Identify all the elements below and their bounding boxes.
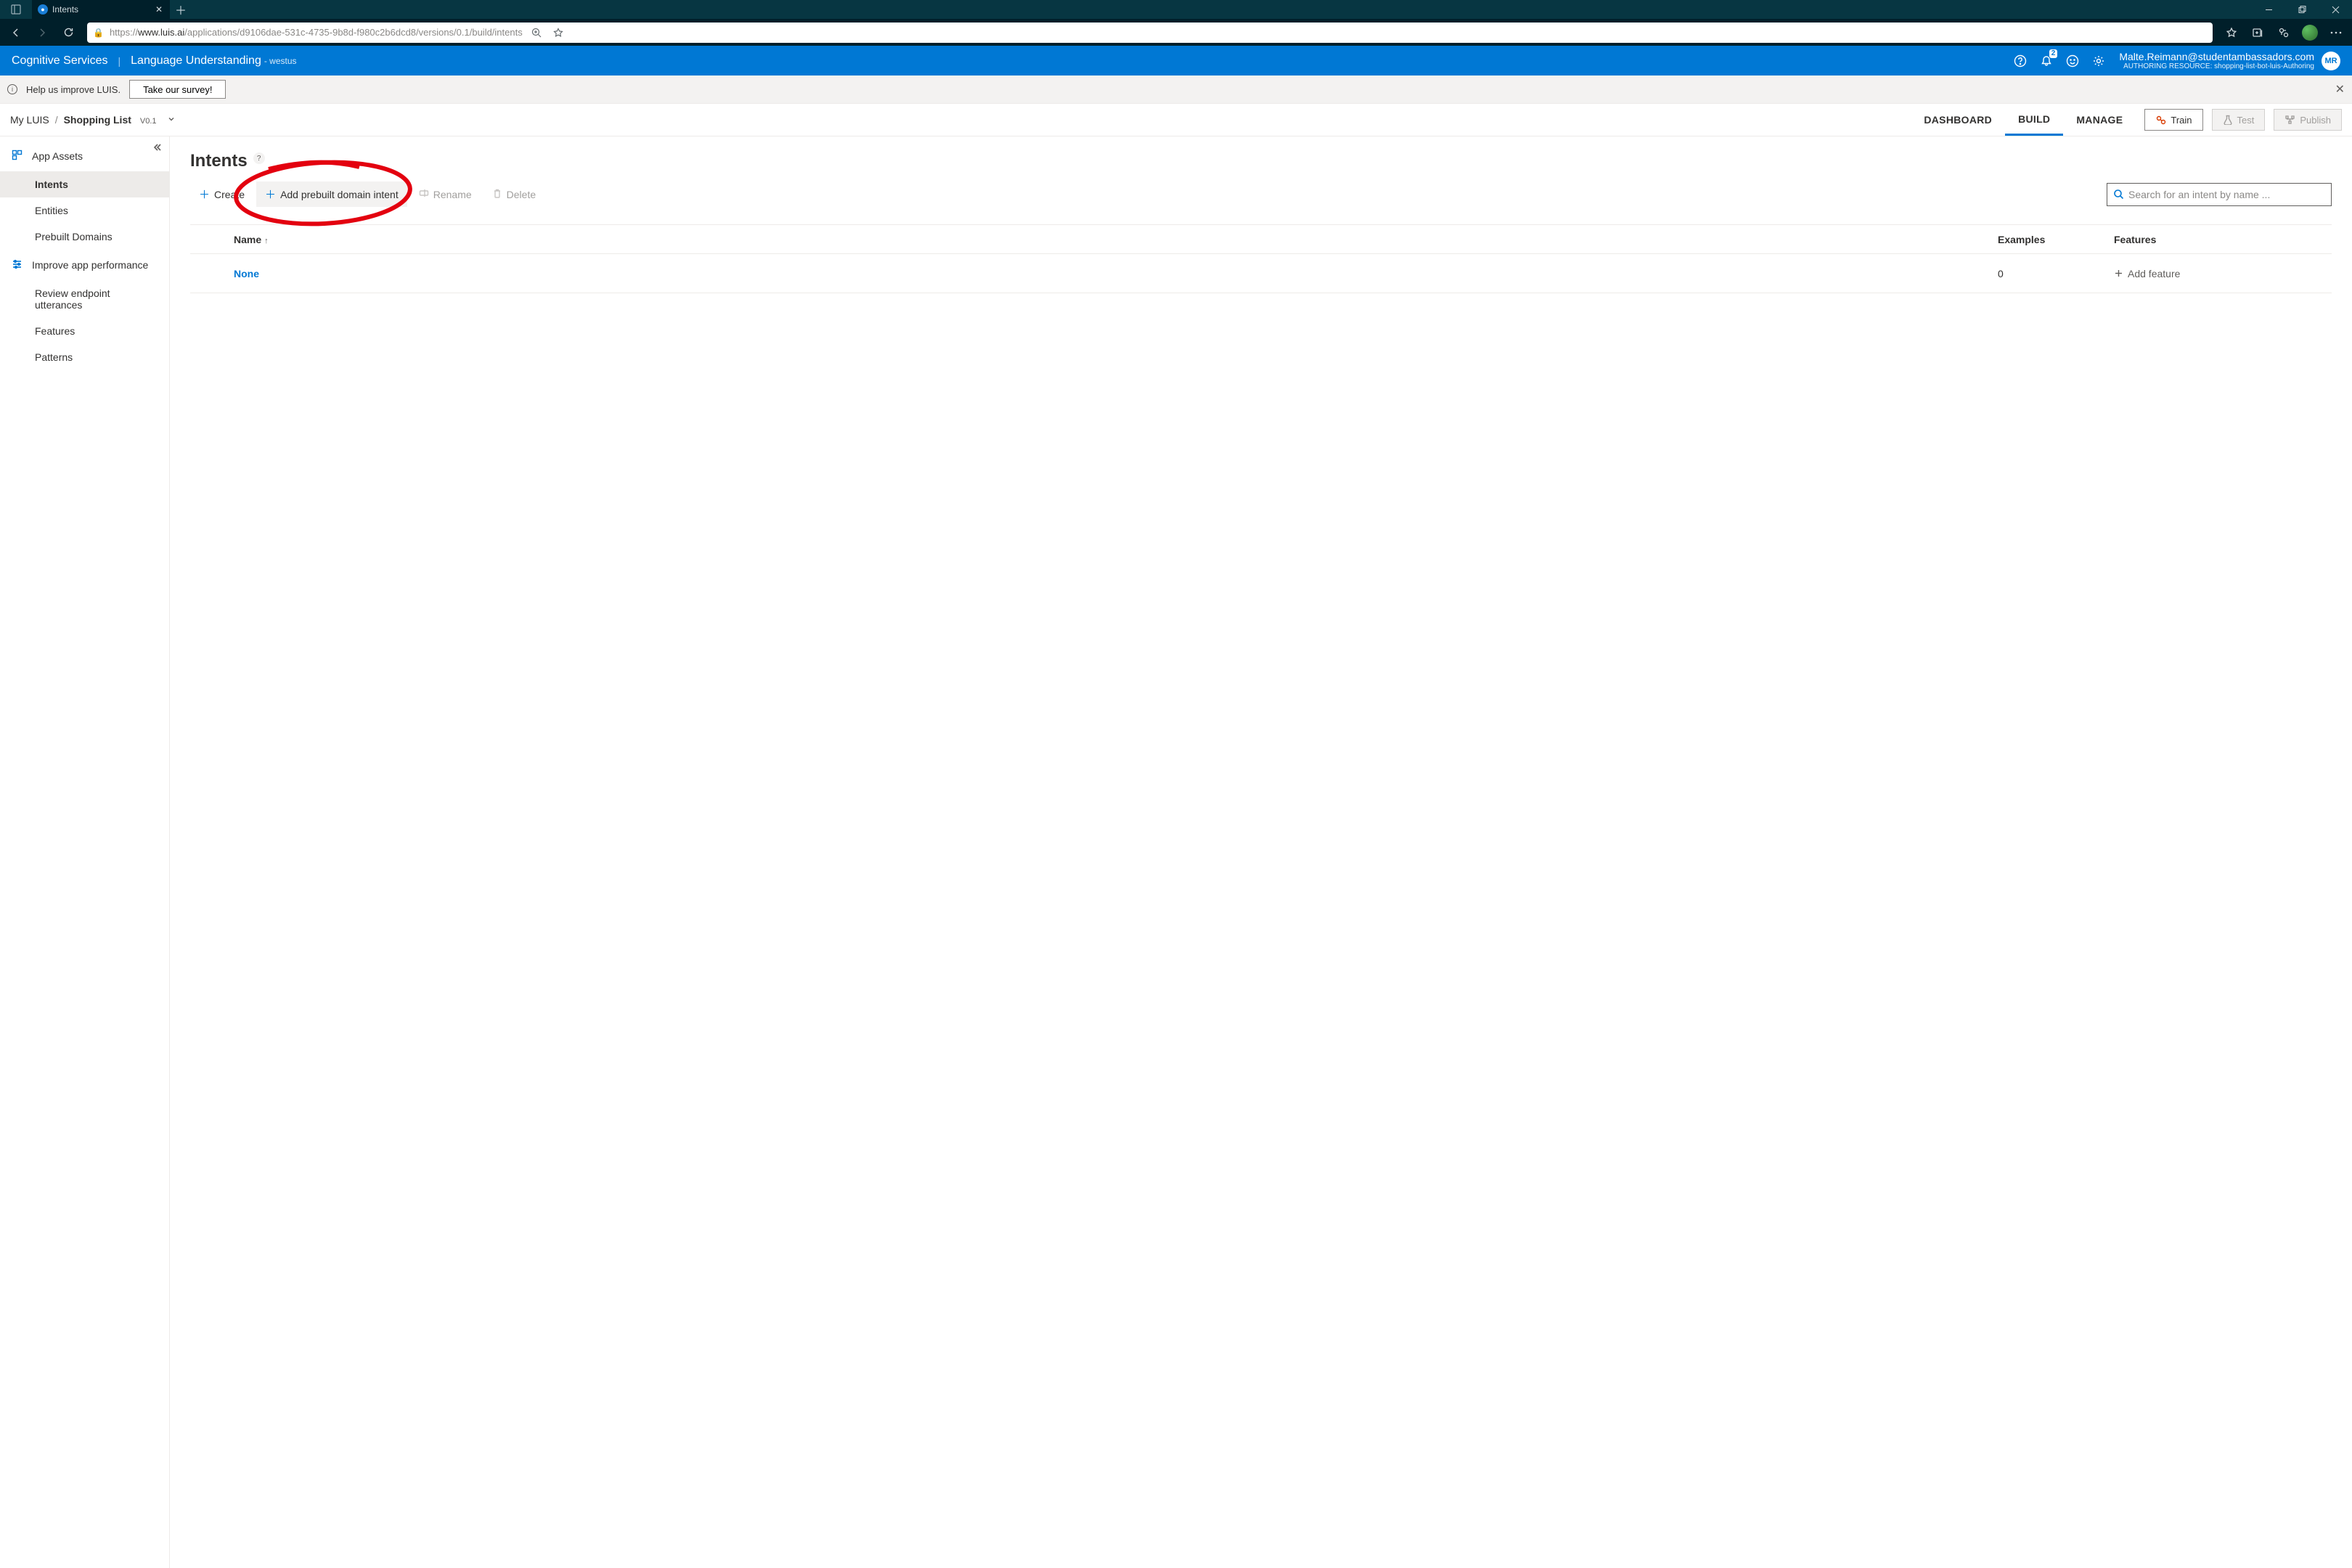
survey-banner: i Help us improve LUIS. Take our survey!… <box>0 75 2352 104</box>
examples-count: 0 <box>1998 268 2114 279</box>
sidebar: App Assets Intents Entities Prebuilt Dom… <box>0 136 170 1568</box>
rename-button: Rename <box>410 183 481 205</box>
sidebar-item-review[interactable]: Review endpoint utterances <box>0 280 169 318</box>
site-lock-icon[interactable]: 🔒 <box>93 28 104 38</box>
tab-manage[interactable]: MANAGE <box>2063 104 2136 136</box>
add-prebuilt-domain-intent-button[interactable]: ＋ Add prebuilt domain intent <box>256 181 407 207</box>
info-icon: i <box>7 84 17 94</box>
luis-header: Cognitive Services | Language Understand… <box>0 46 2352 75</box>
breadcrumb-app: Shopping List <box>64 114 131 126</box>
feedback-icon[interactable] <box>2059 48 2086 74</box>
banner-close-icon[interactable]: ✕ <box>2335 82 2345 97</box>
sidebar-item-features[interactable]: Features <box>0 318 169 344</box>
rename-icon <box>419 188 429 200</box>
table-row[interactable]: None 0 Add feature <box>190 254 2332 293</box>
sidebar-group-improve: Improve app performance <box>0 250 169 280</box>
col-examples[interactable]: Examples <box>1998 234 2114 245</box>
nav-refresh-button[interactable] <box>57 22 80 44</box>
take-survey-button[interactable]: Take our survey! <box>129 80 226 99</box>
col-features[interactable]: Features <box>2114 234 2332 245</box>
test-icon <box>2223 115 2233 125</box>
plus-icon: ＋ <box>265 187 276 202</box>
sort-asc-icon: ↑ <box>264 237 269 245</box>
improve-icon <box>12 258 23 271</box>
tab-title: Intents <box>52 4 78 15</box>
search-icon <box>2113 189 2124 200</box>
window-close-icon[interactable] <box>2319 0 2352 19</box>
browser-menu-icon[interactable] <box>2324 22 2348 44</box>
sidebar-item-intents[interactable]: Intents <box>0 171 169 197</box>
train-icon <box>2155 115 2166 126</box>
intents-table: Name↑ Examples Features None 0 Add featu… <box>190 224 2332 293</box>
collections-icon[interactable] <box>2246 22 2269 44</box>
publish-button: Publish <box>2274 109 2342 131</box>
window-minimize-icon[interactable] <box>2252 0 2285 19</box>
trash-icon <box>492 188 502 200</box>
authoring-resource: AUTHORING RESOURCE: shopping-list-bot-lu… <box>2123 62 2314 71</box>
sidebar-item-prebuilt[interactable]: Prebuilt Domains <box>0 224 169 250</box>
tab-actions-icon[interactable] <box>0 0 32 19</box>
plus-icon <box>2114 269 2123 278</box>
browser-tab-active[interactable]: ● Intents ✕ <box>32 0 170 19</box>
tab-close-icon[interactable]: ✕ <box>155 4 163 15</box>
assets-icon <box>12 150 23 163</box>
sidebar-item-patterns[interactable]: Patterns <box>0 344 169 370</box>
breadcrumb: My LUIS / Shopping List V0.1 <box>10 114 176 126</box>
nav-back-button[interactable] <box>4 22 28 44</box>
intent-search-input[interactable] <box>2128 189 2325 200</box>
header-separator: | <box>118 55 121 67</box>
tab-dashboard[interactable]: DASHBOARD <box>1911 104 2005 136</box>
new-tab-button[interactable]: ＋ <box>170 0 192 19</box>
sidebar-item-entities[interactable]: Entities <box>0 197 169 224</box>
intent-search[interactable] <box>2107 183 2332 206</box>
page-help-icon[interactable]: ? <box>253 152 265 164</box>
train-button[interactable]: Train <box>2144 109 2202 131</box>
breadcrumb-root[interactable]: My LUIS <box>10 114 49 126</box>
col-name[interactable]: Name↑ <box>234 234 1998 245</box>
cognitive-services-link[interactable]: Cognitive Services <box>12 54 108 68</box>
version-dropdown-icon[interactable] <box>167 114 176 126</box>
luis-favicon: ● <box>38 4 48 15</box>
add-feature-button[interactable]: Add feature <box>2114 268 2332 279</box>
intent-link[interactable]: None <box>234 268 1998 279</box>
window-maximize-icon[interactable] <box>2285 0 2319 19</box>
plus-icon: ＋ <box>199 187 210 202</box>
browser-titlebar: ● Intents ✕ ＋ <box>0 0 2352 19</box>
notification-badge: 2 <box>2049 49 2058 58</box>
profile-avatar[interactable] <box>2298 22 2322 44</box>
url-bar[interactable]: 🔒 https://www.luis.ai/applications/d9106… <box>87 23 2213 43</box>
language-understanding-link[interactable]: Language Understanding <box>131 54 261 68</box>
publish-icon <box>2284 115 2295 126</box>
url-text: https://www.luis.ai/applications/d9106da… <box>110 27 523 38</box>
page-title: Intents <box>190 151 248 171</box>
test-button: Test <box>2212 109 2266 131</box>
app-bar: My LUIS / Shopping List V0.1 DASHBOARD B… <box>0 104 2352 136</box>
zoom-icon[interactable] <box>528 25 544 41</box>
url-favorite-icon[interactable] <box>550 25 566 41</box>
profile-sync-icon[interactable] <box>2272 22 2295 44</box>
help-icon[interactable] <box>2007 48 2033 74</box>
sidebar-collapse-icon[interactable] <box>152 142 162 156</box>
create-button[interactable]: ＋ Create <box>190 181 253 207</box>
favorites-bar-icon[interactable] <box>2220 22 2243 44</box>
tab-build[interactable]: BUILD <box>2005 104 2063 136</box>
region-label: - westus <box>264 56 297 66</box>
main-content: Intents ? ＋ Create ＋ Add prebuilt domain… <box>170 136 2352 1568</box>
delete-button: Delete <box>483 183 544 205</box>
user-email[interactable]: Malte.Reimann@studentambassadors.com <box>2119 51 2314 62</box>
nav-forward-button[interactable] <box>30 22 54 44</box>
banner-text: Help us improve LUIS. <box>26 84 121 95</box>
breadcrumb-version: V0.1 <box>140 117 157 126</box>
user-avatar[interactable]: MR <box>2322 52 2340 70</box>
browser-navbar: 🔒 https://www.luis.ai/applications/d9106… <box>0 19 2352 46</box>
sidebar-group-assets: App Assets <box>0 141 169 171</box>
settings-icon[interactable] <box>2086 48 2112 74</box>
notifications-icon[interactable]: 2 <box>2033 48 2059 74</box>
